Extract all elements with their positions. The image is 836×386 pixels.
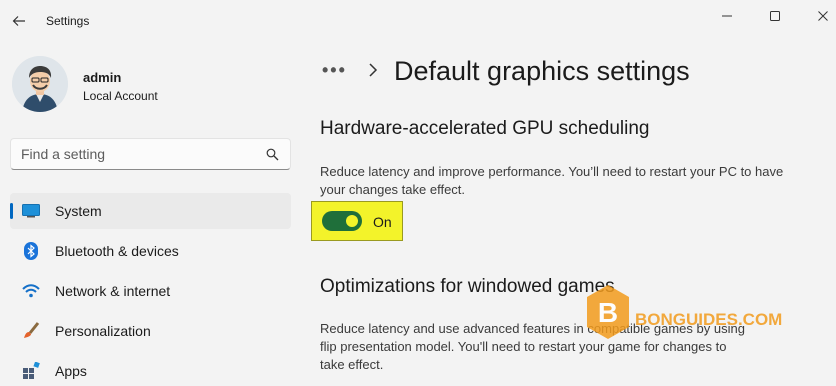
sidebar-item-label: Personalization: [55, 323, 151, 339]
sidebar-item-bluetooth[interactable]: Bluetooth & devices: [10, 233, 291, 269]
search-box[interactable]: [10, 138, 291, 170]
sidebar-item-label: Bluetooth & devices: [55, 243, 179, 259]
toggle-state-label: On: [373, 214, 392, 230]
monitor-icon: [22, 202, 40, 220]
user-avatar-icon: [12, 56, 68, 112]
apps-icon: [22, 362, 40, 380]
minimize-button[interactable]: [712, 6, 742, 26]
user-name: admin: [83, 70, 122, 85]
sidebar-item-system[interactable]: System: [10, 193, 291, 229]
account-type: Local Account: [83, 89, 158, 103]
sidebar-item-label: System: [55, 203, 102, 219]
section-title-gpu-scheduling: Hardware-accelerated GPU scheduling: [320, 118, 650, 139]
toggle-highlight: On: [311, 201, 403, 241]
chevron-right-icon: [369, 63, 378, 77]
page-title: Default graphics settings: [394, 56, 690, 86]
sidebar-item-personalization[interactable]: Personalization: [10, 313, 291, 349]
breadcrumb-more-button[interactable]: •••: [322, 60, 347, 81]
maximize-button[interactable]: [760, 6, 790, 26]
sidebar-item-label: Network & internet: [55, 283, 171, 299]
sidebar-item-apps[interactable]: Apps: [10, 353, 291, 386]
sidebar-item-network[interactable]: Network & internet: [10, 273, 291, 309]
back-button[interactable]: [6, 8, 32, 34]
avatar[interactable]: [12, 56, 68, 112]
close-button[interactable]: [808, 6, 836, 26]
wifi-icon: [22, 282, 40, 300]
brush-icon: [22, 322, 40, 340]
gpu-scheduling-toggle[interactable]: [322, 211, 362, 231]
search-icon[interactable]: [266, 148, 279, 161]
title-bar: Settings: [0, 0, 836, 42]
bluetooth-icon: [22, 242, 40, 260]
watermark: B BONGUIDES.COM: [585, 284, 785, 344]
active-indicator: [10, 203, 13, 219]
search-input[interactable]: [21, 145, 251, 163]
close-icon: [818, 11, 828, 21]
watermark-logo-icon: B: [587, 285, 629, 339]
section-title-windowed-games: Optimizations for windowed games: [320, 276, 615, 297]
section-description-gpu-scheduling: Reduce latency and improve performance. …: [320, 164, 784, 197]
back-arrow-icon: [12, 16, 25, 26]
watermark-letter: B: [598, 297, 618, 328]
maximize-icon: [770, 11, 780, 21]
watermark-text: BONGUIDES.COM: [635, 310, 783, 329]
app-title: Settings: [46, 14, 90, 28]
minimize-icon: [722, 15, 732, 17]
sidebar-item-label: Apps: [55, 363, 87, 379]
toggle-knob: [346, 215, 358, 227]
